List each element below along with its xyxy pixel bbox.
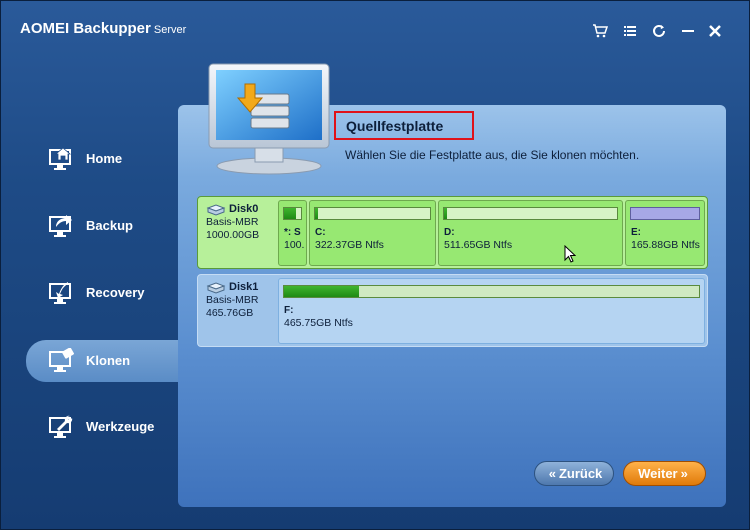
disk-info: Disk0 Basis-MBR 1000.00GB <box>206 203 276 242</box>
partition-letter: F: <box>284 305 294 316</box>
page-description: Wählen Sie die Festplatte aus, die Sie k… <box>345 148 640 162</box>
disk-name: Disk1 <box>229 281 259 293</box>
close-icon[interactable] <box>705 21 725 41</box>
partition-usage-fill <box>284 208 296 219</box>
recovery-icon <box>49 282 71 304</box>
double-chevron-right-icon: » <box>680 466 688 481</box>
backup-icon <box>49 215 72 237</box>
partition-system[interactable]: *: S 100. <box>278 200 307 266</box>
app-name: AOMEI Backupper <box>20 20 151 37</box>
partition-usage-bar <box>283 207 302 220</box>
partition-info: 100. <box>284 239 305 251</box>
app-title: AOMEI Backupper Server <box>20 20 186 37</box>
menu-icon[interactable] <box>620 21 640 41</box>
sidebar-item-label: Klonen <box>86 353 131 368</box>
app-window: AOMEI Backupper Server Home Backup Recov… <box>0 0 750 530</box>
partition-info: 322.37GB Ntfs <box>315 239 384 251</box>
tools-icon <box>49 415 73 438</box>
sidebar-item-label: Backup <box>86 218 133 233</box>
partition-d[interactable]: D: 511.65GB Ntfs <box>438 200 623 266</box>
partition-usage-bar <box>630 207 700 220</box>
sidebar-item-backup[interactable]: Backup <box>26 205 179 247</box>
partition-letter: *: S <box>284 227 301 238</box>
partition-letter: D: <box>444 227 455 238</box>
cart-icon[interactable] <box>590 21 610 41</box>
partition-f[interactable]: F: 465.75GB Ntfs <box>278 278 705 344</box>
partition-letter: E: <box>631 227 641 238</box>
mouse-cursor-icon <box>564 245 576 263</box>
disk-row-disk1[interactable]: Disk1 Basis-MBR 465.76GB F: 465.75GB Ntf… <box>197 274 708 347</box>
clone-icon <box>49 348 74 372</box>
next-button-label: Weiter <box>638 466 678 481</box>
disk-clone-illustration <box>208 63 330 175</box>
app-edition: Server <box>153 24 187 36</box>
partition-usage-fill <box>444 208 448 219</box>
title-bar: AOMEI Backupper Server <box>1 1 749 61</box>
back-button[interactable]: « Zurück <box>534 461 614 486</box>
disk-name: Disk0 <box>229 203 259 215</box>
sidebar-item-label: Recovery <box>86 285 145 300</box>
partition-usage-fill <box>284 286 359 297</box>
disk-type: Basis-MBR <box>206 294 259 306</box>
disk-row-disk0[interactable]: Disk0 Basis-MBR 1000.00GB *: S 100. C: 3… <box>197 196 708 269</box>
sidebar-item-home[interactable]: Home <box>26 138 179 180</box>
home-icon <box>49 147 72 170</box>
partition-usage-bar <box>443 207 618 220</box>
partition-e[interactable]: E: 165.88GB Ntfs <box>625 200 705 266</box>
sidebar-item-label: Werkzeuge <box>86 419 155 434</box>
sidebar-item-label: Home <box>86 151 123 166</box>
partition-info: 465.75GB Ntfs <box>284 317 353 329</box>
disk-type: Basis-MBR <box>206 216 259 228</box>
next-button[interactable]: Weiter » <box>623 461 706 486</box>
disk-size: 465.76GB <box>206 307 254 319</box>
partition-info: 165.88GB Ntfs <box>631 239 700 251</box>
refresh-icon[interactable] <box>649 21 669 41</box>
partition-info: 511.65GB Ntfs <box>444 239 513 251</box>
back-button-label: Zurück <box>558 466 603 481</box>
disk-icon <box>206 281 226 294</box>
double-chevron-left-icon: « <box>548 466 556 481</box>
partition-usage-fill <box>315 208 319 219</box>
sidebar-item-klonen[interactable]: Klonen <box>26 340 179 382</box>
disk-info: Disk1 Basis-MBR 465.76GB <box>206 281 276 320</box>
sidebar-item-werkzeuge[interactable]: Werkzeuge <box>26 406 179 448</box>
partition-letter: C: <box>315 227 326 238</box>
disk-icon <box>206 203 226 216</box>
sidebar-item-recovery[interactable]: Recovery <box>26 272 179 314</box>
partition-c[interactable]: C: 322.37GB Ntfs <box>309 200 436 266</box>
disk-size: 1000.00GB <box>206 229 260 241</box>
page-title: Quellfestplatte <box>334 111 474 140</box>
minimize-icon[interactable] <box>678 21 698 41</box>
partition-usage-bar <box>314 207 431 220</box>
partition-usage-bar <box>283 285 700 298</box>
partition-usage-fill <box>631 208 699 219</box>
